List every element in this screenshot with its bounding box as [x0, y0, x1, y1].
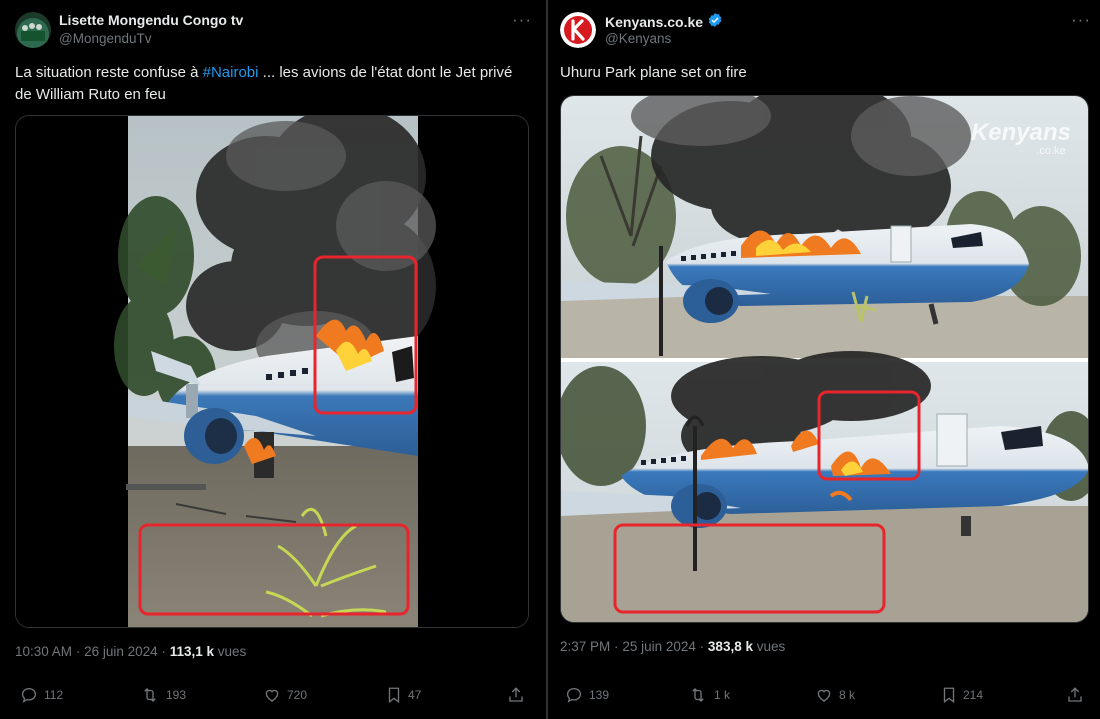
views-label: vues — [217, 644, 247, 659]
repost-icon — [140, 686, 160, 704]
repost-count: 1 k — [714, 688, 731, 702]
bookmark-icon — [941, 686, 957, 704]
author-handle[interactable]: @MongenduTv — [59, 31, 152, 46]
reply-button[interactable]: 139 — [565, 686, 609, 704]
tweet-video[interactable] — [15, 115, 529, 628]
like-count: 8 k — [839, 688, 856, 702]
tweet-date[interactable]: 25 juin 2024 — [622, 639, 696, 654]
tweet-card[interactable]: Kenyans.co.ke @Kenyans ··· Uhuru Park pl… — [548, 0, 1100, 719]
verified-badge-icon — [707, 12, 723, 31]
tweet-actions: 112 193 720 47 — [0, 686, 546, 710]
repost-button[interactable]: 1 k — [688, 686, 730, 704]
avatar[interactable] — [560, 12, 596, 48]
repost-icon — [688, 686, 708, 704]
reply-count: 112 — [44, 688, 64, 702]
separator: · — [75, 644, 81, 659]
author-name[interactable]: Kenyans.co.ke — [605, 12, 723, 31]
reply-button[interactable]: 112 — [20, 686, 63, 704]
tweet-text-part: La situation reste confuse à — [15, 64, 203, 81]
tweet-metadata: 10:30 AM · 26 juin 2024 · 113,1 k vues — [15, 644, 246, 659]
more-options-icon[interactable]: ··· — [1071, 10, 1091, 30]
tweet-text: La situation reste confuse à #Nairobi ..… — [15, 62, 525, 106]
avatar[interactable] — [15, 12, 51, 48]
tweet-time[interactable]: 2:37 PM — [560, 639, 610, 654]
separator: · — [161, 644, 166, 659]
heart-icon — [815, 686, 833, 704]
separator: · — [614, 639, 619, 654]
reply-icon — [565, 686, 583, 704]
like-button[interactable]: 8 k — [815, 686, 855, 704]
hashtag-link[interactable]: #Nairobi — [203, 64, 259, 81]
author-handle[interactable]: @Kenyans — [605, 31, 671, 46]
share-icon — [507, 686, 525, 704]
tweet-date[interactable]: 26 juin 2024 — [84, 644, 158, 659]
watermark-text: Kenyans — [971, 119, 1071, 146]
share-button[interactable] — [1066, 686, 1084, 704]
tweet-metadata: 2:37 PM · 25 juin 2024 · 383,8 k vues — [560, 639, 785, 654]
tweet-card[interactable]: Lisette Mongendu Congo tv @MongenduTv ··… — [0, 0, 546, 719]
share-icon — [1066, 686, 1084, 704]
tweet-actions: 139 1 k 8 k 214 — [548, 686, 1100, 710]
views-label: vues — [756, 639, 786, 654]
reply-count: 139 — [589, 688, 610, 702]
share-button[interactable] — [507, 686, 525, 704]
separator: · — [699, 639, 705, 654]
bookmark-count: 214 — [963, 688, 984, 702]
watermark-subtext: .co.ke — [1036, 145, 1065, 157]
tweet-time[interactable]: 10:30 AM — [15, 644, 72, 659]
like-count: 720 — [287, 688, 308, 702]
more-options-icon[interactable]: ··· — [512, 10, 532, 30]
views-count: 113,1 k — [169, 644, 214, 659]
bookmark-count: 47 — [408, 688, 422, 702]
reply-icon — [20, 686, 38, 704]
views-count: 383,8 k — [707, 639, 753, 654]
heart-icon — [263, 686, 281, 704]
tweet-image[interactable]: Kenyans .co.ke — [560, 95, 1089, 623]
repost-button[interactable]: 193 — [140, 686, 186, 704]
bookmark-button[interactable]: 47 — [386, 686, 421, 704]
like-button[interactable]: 720 — [263, 686, 307, 704]
author-name[interactable]: Lisette Mongendu Congo tv — [59, 12, 243, 28]
bookmark-button[interactable]: 214 — [941, 686, 983, 704]
tweet-text: Uhuru Park plane set on fire — [560, 64, 747, 81]
bookmark-icon — [386, 686, 402, 704]
repost-count: 193 — [166, 688, 187, 702]
